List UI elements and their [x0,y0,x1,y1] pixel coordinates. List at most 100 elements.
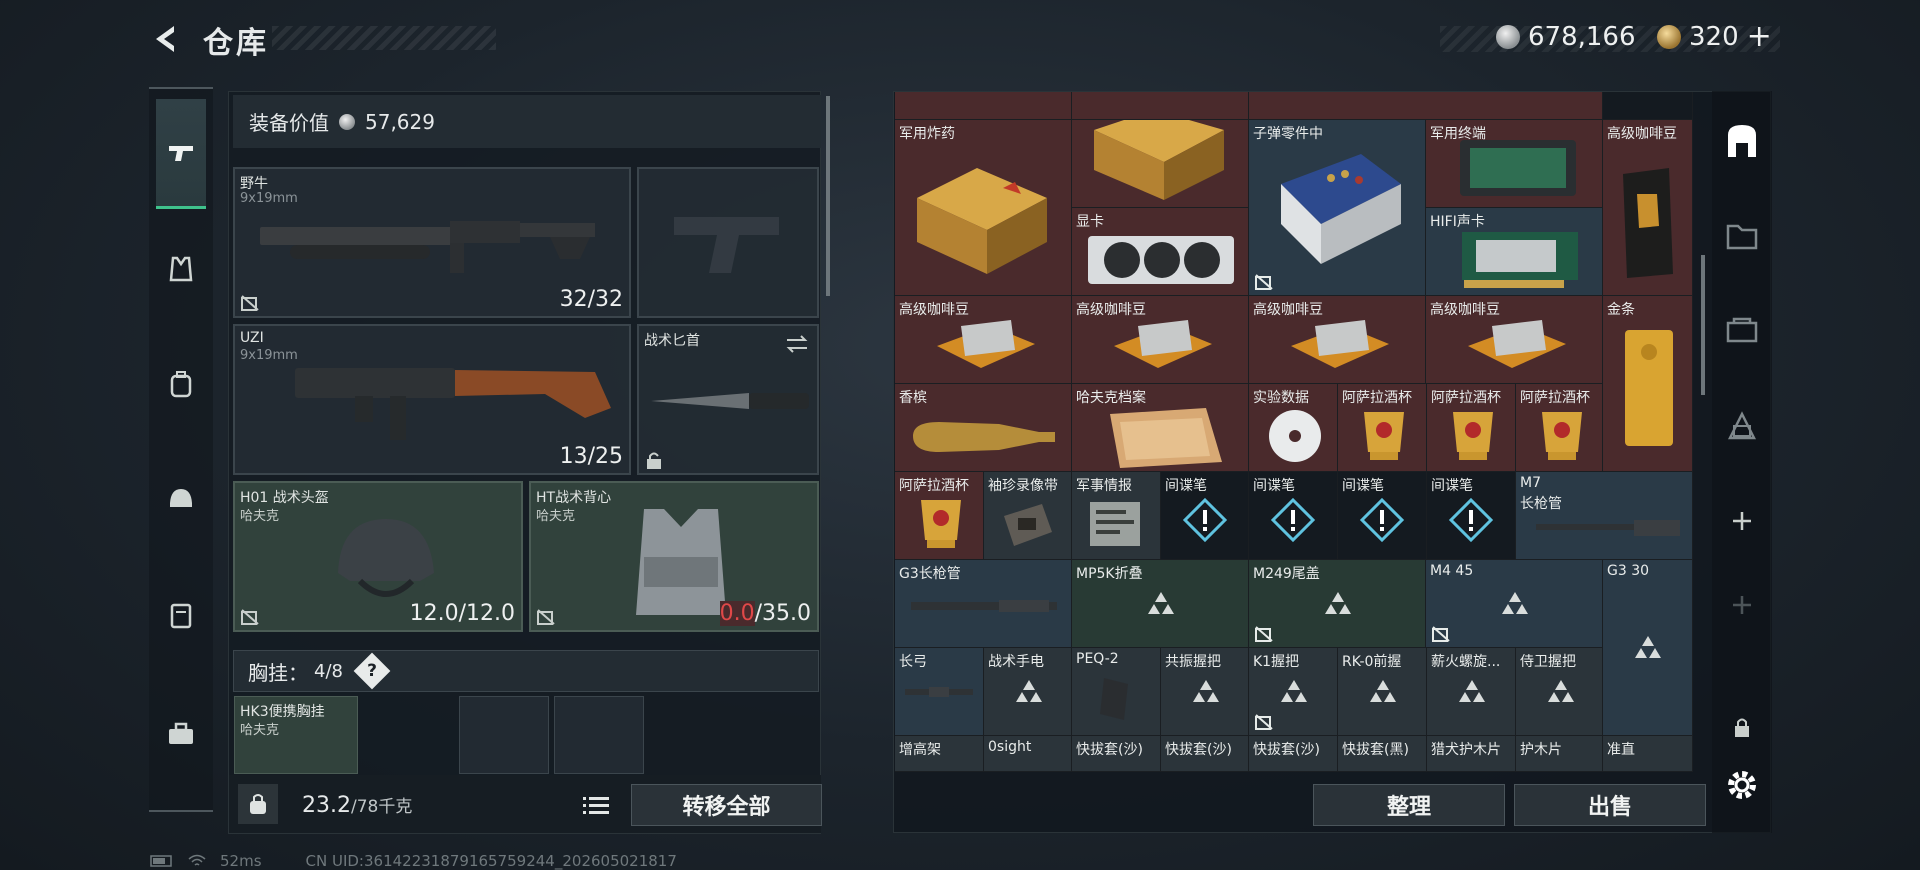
item-m7-barrel[interactable]: M7 长枪管 [1516,472,1693,560]
item-straight[interactable]: 准直 [1603,736,1693,772]
item-handguard-hound[interactable]: 猎犬护木片 [1427,736,1516,772]
secondary-weapon-slot[interactable]: UZI 9x19mm 13/25 [233,324,631,475]
melee-slot[interactable]: 战术匕首 [637,324,819,475]
item-label: 增高架 [899,742,941,758]
item-mp5k-stock[interactable]: MP5K折叠 [1072,560,1249,648]
item-handguard[interactable]: 护木片 [1516,736,1603,772]
stash-tab-3[interactable] [1720,309,1764,353]
item-spy-pen[interactable]: 间谍笔 [1249,472,1338,560]
item-coffee-beans[interactable]: 高级咖啡豆 [1072,296,1249,384]
folder-icon [1726,224,1758,250]
stash-cell[interactable] [1072,92,1249,120]
category-backpack[interactable] [156,329,206,439]
item-spy-pen[interactable]: 间谍笔 [1338,472,1427,560]
item-riser[interactable]: 增高架 [895,736,984,772]
stash-cell[interactable] [895,92,1072,120]
item-coffee-beans[interactable]: 高级咖啡豆 [1426,296,1603,384]
item-military-terminal[interactable]: 军用终端 [1426,120,1603,208]
item-havoc-file[interactable]: 哈夫克档案 [1072,384,1249,472]
add-stash-button[interactable] [1720,499,1764,543]
item-k1-grip[interactable]: K1握把 [1249,648,1338,736]
item-hifi-card[interactable]: HIFI声卡 [1426,208,1603,296]
ammo-count: 13/25 [559,444,623,469]
ping-text: 52ms [220,852,262,870]
vest-slot[interactable]: HT战术背心 哈夫克 0.0/35.0 [529,481,819,632]
stash-cell[interactable] [1603,92,1693,120]
item-holster-sand[interactable]: 快拔套(沙) [1072,736,1161,772]
item-champagne[interactable]: 香槟 [895,384,1072,472]
add-currency-button[interactable]: + [1747,22,1772,52]
back-button[interactable] [150,22,186,58]
category-helmet[interactable] [156,444,206,554]
helmet-image [338,519,434,597]
item-asala-cup[interactable]: 阿萨拉酒杯 [1516,384,1603,472]
item-label: RK-0前握 [1342,654,1402,670]
lock-stash-button[interactable] [1720,705,1764,749]
unlocked-slot-icon [1255,274,1273,290]
uid-text: CN UID:3614223187916575924​4_20260502181… [305,852,677,870]
item-coffee-beans[interactable]: 高级咖啡豆 [1603,120,1693,296]
sort-button[interactable]: 整理 [1313,784,1505,826]
item-bullet-parts[interactable]: 子弹零件中 [1249,120,1426,296]
helmet-slot[interactable]: H01 战术头盔 哈夫克 12.0/12.0 [233,481,523,632]
rig-pocket-1[interactable] [459,696,549,774]
item-label: 间谍笔 [1342,478,1384,494]
stash-tab-main[interactable] [1720,119,1764,163]
lock-icon [647,452,661,469]
item-asala-cup[interactable]: 阿萨拉酒杯 [895,472,984,560]
coffee-box-image [937,320,1035,368]
chest-rig-slot[interactable]: HK3便携胸挂 哈夫克 [234,696,358,774]
item-experiment-data[interactable]: 实验数据 [1249,384,1338,472]
category-armor[interactable] [156,214,206,324]
item-m4-45[interactable]: M4 45 [1426,560,1603,648]
category-toolbox[interactable] [156,679,206,789]
item-spy-pen[interactable]: 间谍笔 [1427,472,1516,560]
stash-scrollbar[interactable] [1701,255,1705,395]
item-tactical-flashlight[interactable]: 战术手电 [984,648,1072,736]
item-holster-black[interactable]: 快拔套(黑) [1338,736,1427,772]
item-m249-cover[interactable]: M249尾盖 [1249,560,1426,648]
rig-name: HK3便携胸挂 [240,704,325,720]
item-g3-barrel[interactable]: G3长枪管 [895,560,1072,648]
item-asala-cup[interactable]: 阿萨拉酒杯 [1338,384,1427,472]
item-coffee-beans[interactable]: 高级咖啡豆 [895,296,1072,384]
sell-button[interactable]: 出售 [1514,784,1706,826]
item-holster-sand[interactable]: 快拔套(沙) [1161,736,1249,772]
item-coffee-beans[interactable]: 高级咖啡豆 [1249,296,1426,384]
category-container[interactable] [156,559,206,669]
item-g3-30[interactable]: G3 30 [1603,560,1693,736]
item-peq2[interactable]: PEQ-2 [1072,648,1161,736]
stash-tab-2[interactable] [1720,214,1764,258]
item-grip-resonance[interactable]: 共振握把 [1161,648,1249,736]
sidearm-slot[interactable] [637,167,819,318]
placeholder-triangles-icon [1502,592,1528,614]
gold-cup-image [1542,412,1582,460]
silver-coin-icon [339,113,355,130]
item-gpu[interactable]: 显卡 [1072,208,1249,296]
primary-weapon-slot[interactable]: 野牛 9x19mm 32/32 [233,167,631,318]
help-button[interactable]: ? [353,652,391,690]
list-view-button[interactable] [583,793,613,819]
item-suppressor[interactable]: 薪火螺旋... [1427,648,1516,736]
item-guard-grip[interactable]: 侍卫握把 [1516,648,1603,736]
item-mini-tape[interactable]: 袖珍录像带 [984,472,1072,560]
add-stash-button-disabled[interactable] [1720,583,1764,627]
item-asala-cup[interactable]: 阿萨拉酒杯 [1427,384,1516,472]
item-holster-sand[interactable]: 快拔套(沙) [1249,736,1338,772]
rig-pocket-2[interactable] [554,696,644,774]
transfer-all-button[interactable]: 转移全部 [631,784,822,826]
item-osight[interactable]: 0sight [984,736,1072,772]
item-spy-pen[interactable]: 间谍笔 [1161,472,1249,560]
item-military-intel[interactable]: 军事情报 [1072,472,1161,560]
item-longbow[interactable]: 长弓 [895,648,984,736]
item-military-explosive[interactable]: 军用炸药 [895,120,1072,296]
stash-cell[interactable] [1072,120,1249,208]
item-gold-bar[interactable]: 金条 [1603,296,1693,472]
swap-icon[interactable] [785,334,809,354]
stash-cell[interactable] [1249,92,1603,120]
settings-button[interactable] [1720,763,1764,807]
item-rk0-grip[interactable]: RK-0前握 [1338,648,1427,736]
category-weapons[interactable] [156,99,206,209]
stash-tab-4[interactable] [1720,404,1764,448]
loadout-scrollbar[interactable] [826,96,830,296]
